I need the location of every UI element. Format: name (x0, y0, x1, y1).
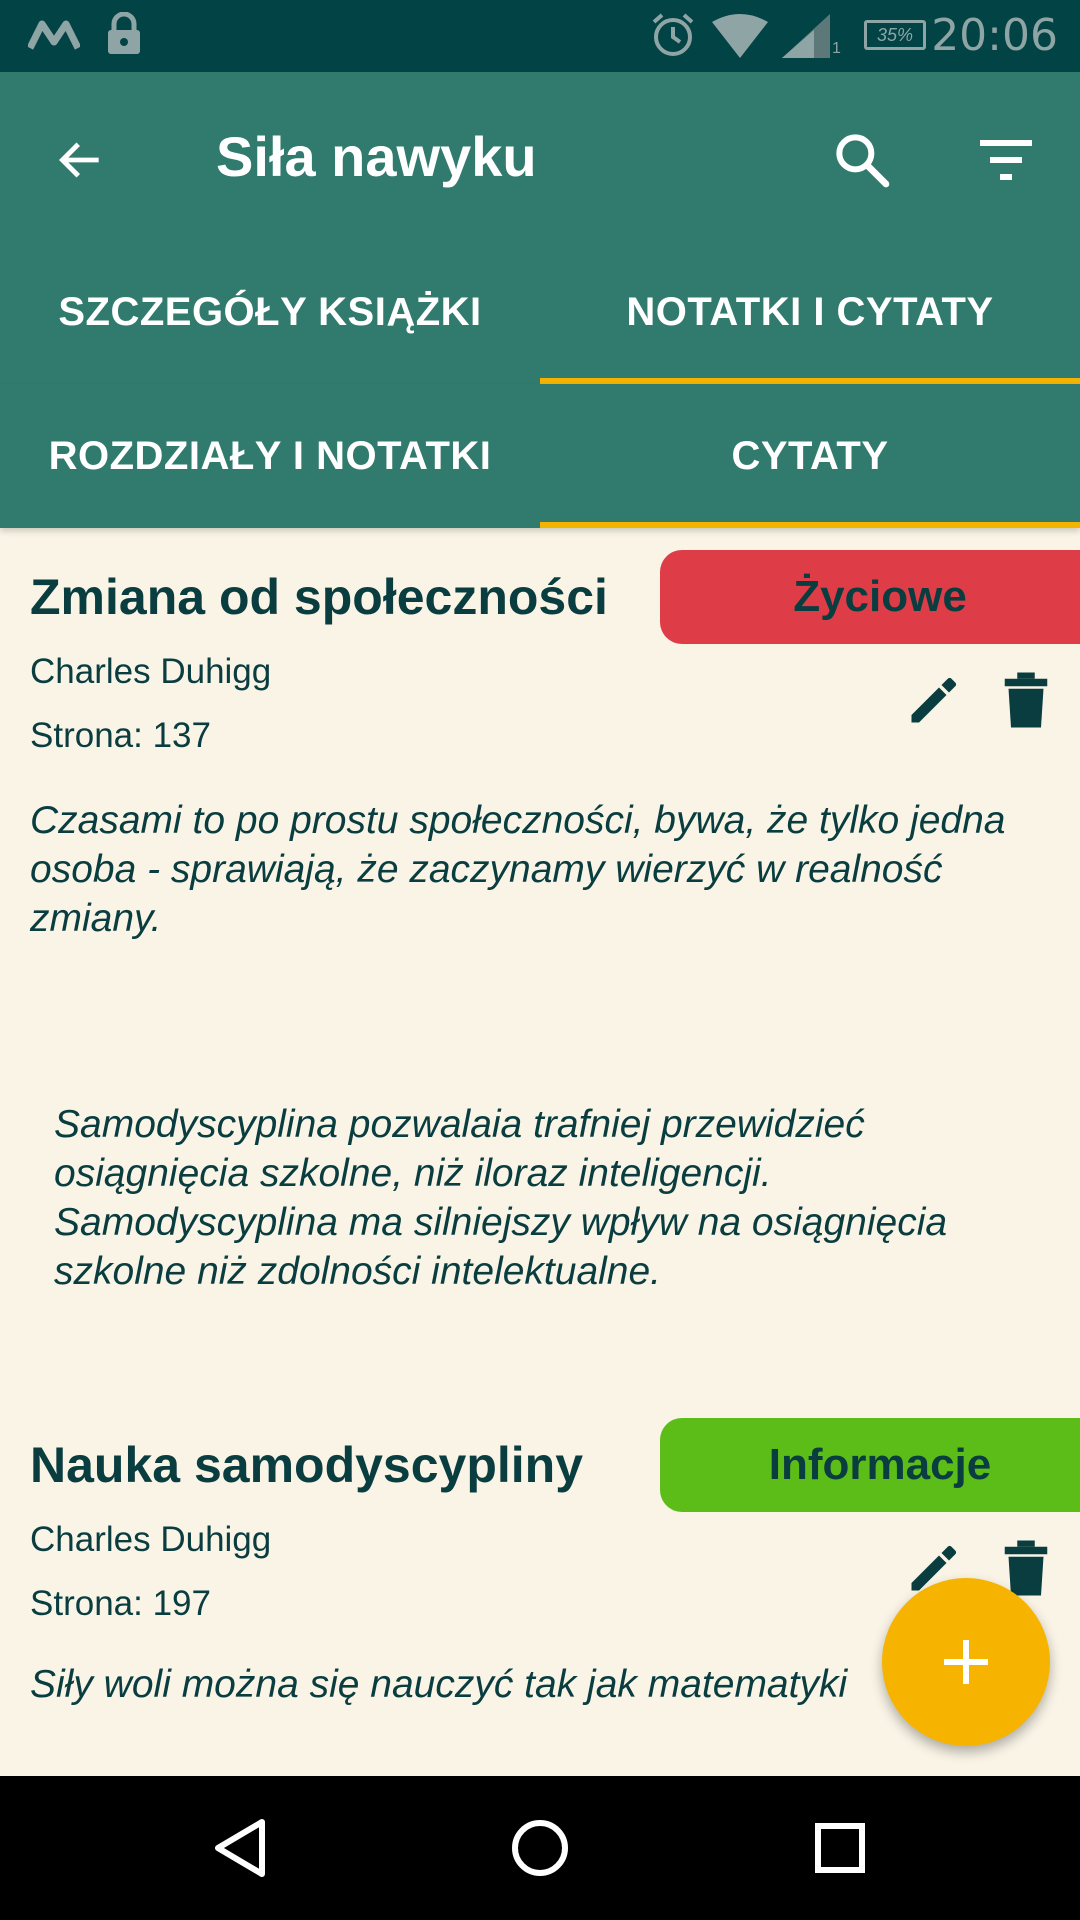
category-tag: Życiowe (660, 550, 1080, 644)
tab-notes-quotes-label: NOTATKI I CYTATY (626, 289, 994, 334)
tab-chapters-notes-label: ROZDZIAŁY I NOTATKI (48, 433, 492, 478)
signal-icon (782, 14, 830, 58)
nav-home-button[interactable] (480, 1776, 600, 1920)
filter-icon[interactable] (976, 132, 1036, 188)
app-bar: Siła nawyku SZCZEGÓŁY KSIĄŻKI NOTATKI I … (0, 72, 1080, 384)
quote-text: Samodyscyplina pozwalaia trafniej przewi… (54, 1103, 948, 1293)
tab-chapters-notes[interactable]: ROZDZIAŁY I NOTATKI (0, 384, 540, 528)
edit-icon[interactable] (904, 670, 964, 730)
battery-level: 35% (876, 24, 914, 45)
alarm-icon (652, 13, 694, 56)
quote-author: Charles Duhigg (30, 652, 272, 691)
arrow-left-icon[interactable] (52, 132, 108, 188)
tab-quotes[interactable]: CYTATY (540, 384, 1080, 528)
clock: 20:06 (931, 10, 1058, 61)
wifi-icon (712, 14, 768, 58)
nav-back-button[interactable] (180, 1776, 300, 1920)
category-tag-label: Życiowe (793, 572, 967, 621)
sub-tabs: ROZDZIAŁY I NOTATKI CYTATY (0, 384, 1080, 528)
quote-title: Nauka samodyscypliny (30, 1437, 584, 1493)
tab-notes-quotes[interactable]: NOTATKI I CYTATY (540, 240, 1080, 384)
tab-book-details[interactable]: SZCZEGÓŁY KSIĄŻKI (0, 240, 540, 384)
add-quote-button[interactable] (882, 1578, 1050, 1746)
quote-text: Czasami to po prostu społeczności, bywa,… (30, 799, 1006, 940)
main-tabs: SZCZEGÓŁY KSIĄŻKI NOTATKI I CYTATY (0, 240, 1080, 384)
category-tag: Informacje (660, 1418, 1080, 1512)
quote-title: Zmiana od społeczności (30, 569, 608, 625)
quote-author: Charles Duhigg (30, 1520, 272, 1559)
delete-icon[interactable] (998, 670, 1054, 730)
signal-sub-label: 1 (832, 40, 841, 57)
quotes-list[interactable]: Zmiana od społeczności Życiowe Charles D… (0, 528, 1080, 1776)
status-bar: 1 35% 20:06 (0, 0, 1080, 72)
category-tag-label: Informacje (768, 1440, 992, 1489)
quote-page: Strona: 197 (30, 1584, 211, 1623)
system-nav-bar (0, 1776, 1080, 1920)
notification-m-icon (28, 20, 80, 50)
nav-recents-button[interactable] (780, 1776, 900, 1920)
circle-home-icon (512, 1820, 568, 1876)
lock-icon (108, 12, 140, 54)
square-recents-icon (815, 1823, 865, 1873)
plus-icon (944, 1640, 988, 1684)
battery-indicator: 35% (864, 20, 926, 50)
quote-page: Strona: 137 (30, 716, 211, 755)
tab-book-details-label: SZCZEGÓŁY KSIĄŻKI (58, 289, 482, 334)
search-icon[interactable] (830, 128, 894, 192)
page-title: Siła nawyku (216, 125, 537, 188)
tab-quotes-label: CYTATY (731, 433, 889, 478)
triangle-back-icon (215, 1819, 265, 1877)
